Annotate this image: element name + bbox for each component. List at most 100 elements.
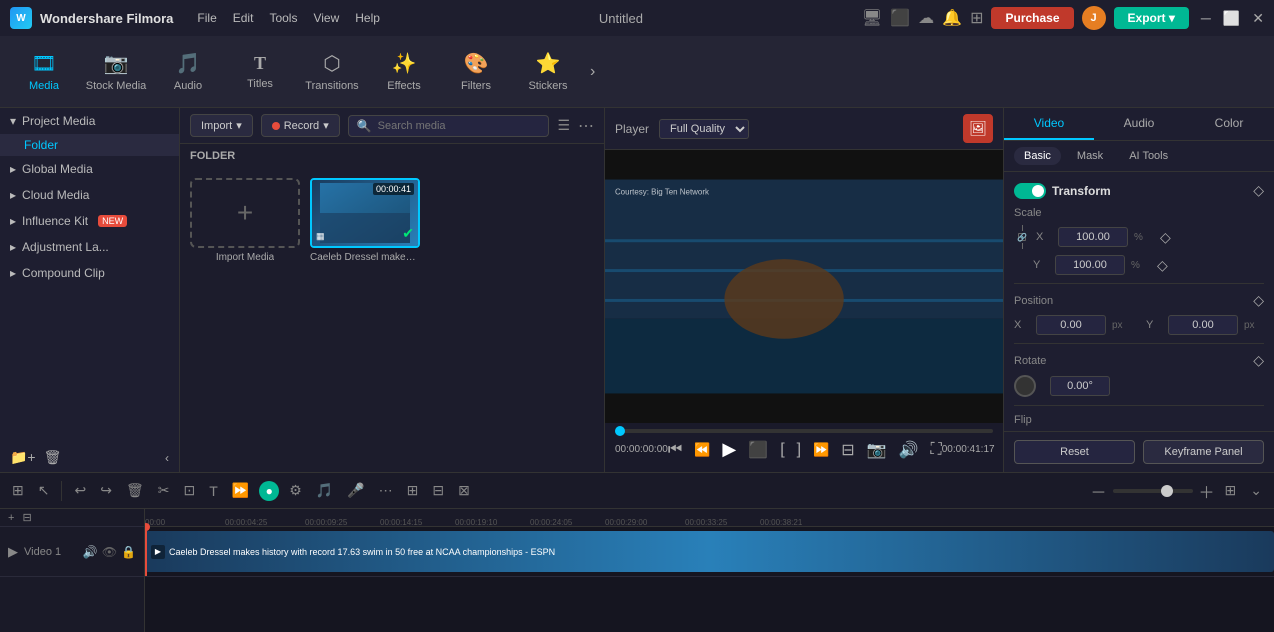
rotate-input[interactable] [1050,376,1110,396]
tl-grid-view-icon[interactable]: ⊞ [1221,480,1241,501]
search-input[interactable] [378,120,541,132]
toolbar-effects[interactable]: ✨ Effects [370,40,438,104]
menu-help[interactable]: Help [355,11,380,25]
scale-x-keyframe-icon[interactable]: ◇ [1160,229,1171,246]
snapshot-icon[interactable]: 🖼 [963,114,993,143]
play-button[interactable]: ▶ [722,439,736,460]
transform-keyframe-icon[interactable]: ◇ [1253,182,1264,199]
scale-y-input[interactable] [1055,255,1125,275]
tl-text-icon[interactable]: T [205,481,222,501]
zoom-out-button[interactable]: － [1091,479,1107,503]
stop-button[interactable]: ⬛ [748,440,768,460]
subtab-ai-tools[interactable]: AI Tools [1119,147,1178,165]
tab-audio[interactable]: Audio [1094,108,1184,140]
position-keyframe-icon[interactable]: ◇ [1253,292,1264,309]
track-audio-icon[interactable]: 🔊 [83,545,98,559]
tl-forward-icon[interactable]: ⏩ [228,480,253,501]
transform-toggle[interactable] [1014,183,1046,199]
tl-more-icon[interactable]: ⋯ [375,480,397,501]
add-folder-icon[interactable]: 📁+ [10,449,36,466]
more-options-icon[interactable]: ⋯ [578,116,594,136]
quality-select[interactable]: Full Quality 1/2 Quality 1/4 Quality [659,119,749,139]
tab-video[interactable]: Video [1004,108,1094,140]
toolbar-more-arrow[interactable]: › [590,63,595,81]
tl-cut-icon[interactable]: ✂ [154,480,174,501]
toolbar-stickers[interactable]: ⭐ Stickers [514,40,582,104]
tl-undo-icon[interactable]: ↩ [70,480,90,501]
tl-voice-icon[interactable]: 🎤 [343,480,368,501]
tl-crop-icon[interactable]: ⊡ [179,480,199,501]
rotate-keyframe-icon[interactable]: ◇ [1253,352,1264,369]
media-clip-card[interactable]: 00:00:41 ✔ ▦ Caeleb Dressel makes ... [310,178,420,263]
rotate-dial[interactable] [1014,375,1036,397]
export-button[interactable]: Export ▾ [1114,7,1189,29]
toolbar-titles[interactable]: T Titles [226,40,294,104]
tl-expand-icon[interactable]: ⌄ [1246,480,1266,501]
icon-monitor[interactable]: 🖥 [862,8,882,28]
panel-section-project-media[interactable]: ▾ Project Media [0,108,179,134]
panel-section-cloud-media[interactable]: ▸ Cloud Media [0,182,179,208]
toolbar-media[interactable]: 🎞 Media [10,40,78,104]
subtab-mask[interactable]: Mask [1067,147,1113,165]
zoom-in-button[interactable]: ＋ [1199,479,1215,503]
menu-file[interactable]: File [197,11,216,25]
toolbar-audio[interactable]: 🎵 Audio [154,40,222,104]
scale-x-input[interactable] [1058,227,1128,247]
filter-icon[interactable]: ☰ [557,117,570,134]
track-fold-icon[interactable]: ⊟ [22,511,31,524]
maximize-button[interactable]: ⬜ [1223,10,1240,27]
tl-audio-icon[interactable]: 🎵 [312,480,337,501]
video-clip[interactable]: ▶ Caeleb Dressel makes history with reco… [145,531,1274,572]
collapse-panel-icon[interactable]: ‹ [165,451,169,465]
tab-color[interactable]: Color [1184,108,1274,140]
tl-select-icon[interactable]: ↖ [34,480,54,501]
tl-split-icon[interactable]: ⊟ [428,480,448,501]
track-lock-icon[interactable]: 🔒 [121,545,136,559]
panel-section-influence-kit[interactable]: ▸ Influence Kit NEW [0,208,179,234]
search-box[interactable]: 🔍 [348,115,550,137]
icon-crop[interactable]: ⬛ [890,8,910,28]
panel-folder[interactable]: Folder [0,134,179,156]
add-media-icon[interactable]: + [190,178,300,248]
panel-section-compound-clip[interactable]: ▸ Compound Clip [0,260,179,286]
record-button[interactable]: Record ▾ [261,114,340,137]
toolbar-transitions[interactable]: ⬡ Transitions [298,40,366,104]
icon-upload[interactable]: ☁ [918,8,934,28]
toolbar-filters[interactable]: 🎨 Filters [442,40,510,104]
keyframe-panel-button[interactable]: Keyframe Panel [1143,440,1264,464]
close-button[interactable]: ✕ [1252,10,1264,27]
step-back-icon[interactable]: ⏪ [694,442,710,458]
menu-tools[interactable]: Tools [269,11,297,25]
audio-icon[interactable]: 🔊 [899,440,919,460]
delete-icon[interactable]: 🗑 [44,449,62,466]
track-eye-icon[interactable]: 👁 [102,545,117,559]
panel-section-global-media[interactable]: ▸ Global Media [0,156,179,182]
tl-delete-icon[interactable]: 🗑 [122,480,148,501]
zoom-track[interactable] [1113,489,1193,493]
pos-x-input[interactable] [1036,315,1106,335]
tl-settings-icon[interactable]: ⚙ [285,480,306,501]
out-point-icon[interactable]: ] [797,441,801,459]
subtab-basic[interactable]: Basic [1014,147,1061,165]
import-media-card[interactable]: + Import Media [190,178,300,263]
split-icon[interactable]: ⊟ [841,440,854,460]
pos-y-input[interactable] [1168,315,1238,335]
minimize-button[interactable]: ─ [1201,10,1211,26]
tl-group-icon[interactable]: ⊞ [403,480,423,501]
scale-lock-icon[interactable]: 🔗 [1018,225,1026,249]
purchase-button[interactable]: Purchase [991,7,1073,29]
icon-bell[interactable]: 🔔 [942,8,962,28]
snapshot-ctrl-icon[interactable]: 📷 [867,440,887,460]
user-avatar[interactable]: J [1082,6,1106,30]
menu-view[interactable]: View [313,11,339,25]
icon-grid[interactable]: ⊞ [970,8,983,28]
playhead[interactable] [145,527,147,576]
menu-edit[interactable]: Edit [233,11,254,25]
tl-green-action-button[interactable]: ● [259,481,279,501]
add-track-icon[interactable]: + [8,512,14,524]
zoom-handle[interactable] [1161,485,1173,497]
tl-redo-icon[interactable]: ↪ [96,480,116,501]
scale-y-keyframe-icon[interactable]: ◇ [1157,257,1168,274]
step-forward-icon[interactable]: ⏩ [813,442,829,458]
toolbar-stock-media[interactable]: 📷 Stock Media [82,40,150,104]
